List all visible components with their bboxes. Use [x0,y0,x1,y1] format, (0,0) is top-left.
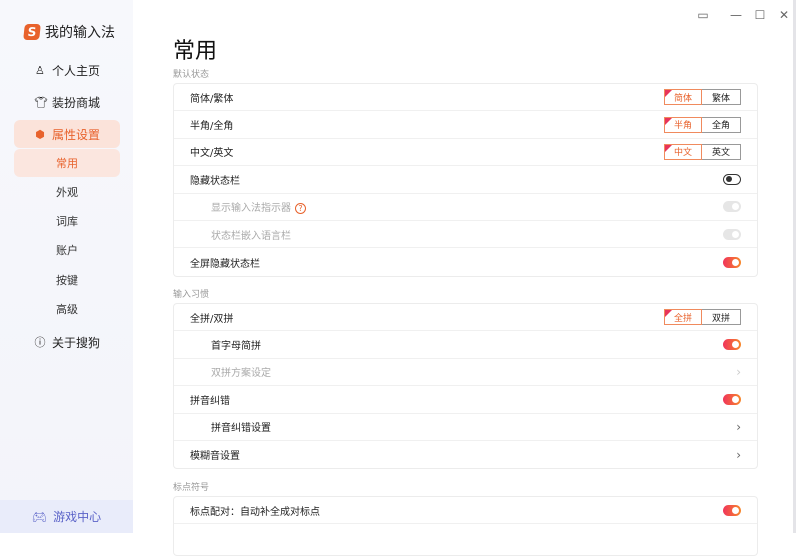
setting-row[interactable]: 拼音纠错设置 › [174,414,757,441]
setting-row: 显示输入法指示器? [174,194,757,221]
setting-label: 隐藏状态栏 [190,175,240,187]
sidebar-item-lexicon[interactable]: 词库 [14,207,120,235]
setting-label: 拼音纠错 [190,395,230,407]
setting-label: 中文/英文 [190,148,234,160]
setting-label: 模糊音设置 [190,451,240,463]
setting-row: 半角/全角 半角 全角 [174,111,757,139]
setting-label: 双拼方案设定 [211,368,271,380]
sidebar-item-advanced[interactable]: 高级 [14,295,120,323]
pinyin-correction-toggle[interactable] [723,393,741,405]
section-label: 默认状态 [173,70,210,80]
setting-row: 标点配对：自动补全成对标点 [174,497,757,525]
sidebar-item-label: 高级 [56,303,78,316]
feedback-icon[interactable]: ▭ [695,8,711,22]
setting-row[interactable]: 模糊音设置 › [174,441,757,468]
sidebar-item-label: 按键 [56,274,78,287]
app-logo: S 我的输入法 [23,22,115,42]
setting-row: 隐藏状态栏 [174,166,757,194]
sidebar-item-skin-store[interactable]: 👕︎ 装扮商城 [14,88,120,116]
settings-card-default-state: 简体/繁体 简体 繁体 半角/全角 半角 全角 中文/英文 中文 英文 隐藏状态栏 显示输入… [173,83,758,277]
segmented-control: 中文 英文 [664,143,741,160]
person-icon: ♙ [35,63,45,77]
help-icon[interactable]: ? [295,203,306,215]
maximize-button[interactable]: ☐ [752,8,768,22]
chevron-right-icon: › [736,419,741,434]
sidebar-item-settings[interactable]: ⬢ 属性设置 [14,120,120,148]
game-center-label: 游戏中心 [53,510,102,524]
hexagon-icon: ⬢ [35,127,45,141]
option-simplified[interactable]: 简体 [664,89,702,106]
close-button[interactable]: ✕ [776,8,792,22]
setting-row[interactable]: 双拼方案设定 › [174,359,757,387]
option-english[interactable]: 英文 [702,145,740,159]
app-name: 我的输入法 [45,25,115,41]
sidebar-item-keys[interactable]: 按键 [14,266,120,294]
minimize-button[interactable]: — [728,8,744,22]
setting-label: 拼音纠错设置 [211,423,271,435]
option-traditional[interactable]: 繁体 [702,90,740,104]
sidebar-item-common[interactable]: 常用 [14,149,120,177]
option-double-pinyin[interactable]: 双拼 [702,310,740,324]
setting-row: 状态栏嵌入语言栏 [174,221,757,249]
setting-label: 全屏隐藏状态栏 [190,258,260,270]
setting-label: 半角/全角 [190,121,234,133]
segmented-control: 全拼 双拼 [664,309,741,326]
setting-label: 全拼/双拼 [190,313,234,325]
setting-row: 中文/英文 中文 英文 [174,139,757,167]
setting-row: 拼音纠错 [174,386,757,414]
sidebar-item-label: 账户 [56,244,78,257]
shirt-icon: 👕︎ [33,95,48,109]
settings-card-punctuation: 标点配对：自动补全成对标点 [173,496,758,556]
option-full-pinyin[interactable]: 全拼 [664,309,702,326]
sidebar: S 我的输入法 ♙ 个人主页 👕︎ 装扮商城 ⬢ 属性设置 常用 外观 词库 账户 按键… [0,0,133,533]
setting-label: 首字母简拼 [211,341,261,353]
sidebar-item-label: 装扮商城 [51,95,100,110]
info-icon: ⓘ [34,336,46,349]
segmented-control: 半角 全角 [664,116,741,133]
sidebar-item-label: 词库 [56,215,78,228]
setting-row: 全拼/双拼 全拼 双拼 [174,304,757,332]
section-label: 输入习惯 [173,290,210,300]
setting-label: 简体/繁体 [190,93,234,105]
setting-row: 首字母简拼 [174,331,757,359]
setting-row: 全屏隐藏状态栏 [174,248,757,275]
setting-label: 标点配对：自动补全成对标点 [190,506,320,518]
chevron-right-icon: › [736,364,741,379]
sidebar-item-label: 个人主页 [51,63,100,78]
sidebar-item-label: 关于搜狗 [51,335,100,350]
embed-language-bar-toggle[interactable] [723,228,741,240]
game-center-button[interactable]: 🎮︎ 游戏中心 [0,500,133,533]
option-half-width[interactable]: 半角 [664,116,702,133]
sidebar-item-appearance[interactable]: 外观 [14,178,120,206]
setting-row: 简体/繁体 简体 繁体 [174,84,757,112]
scrollbar[interactable] [793,0,796,533]
page-title: 常用 [173,39,218,64]
hide-status-bar-toggle[interactable] [723,173,741,185]
punctuation-pair-toggle[interactable] [723,504,741,516]
initial-abbrev-toggle[interactable] [723,339,741,351]
gamepad-icon: 🎮︎ [31,509,48,524]
fullscreen-hide-toggle[interactable] [723,256,741,268]
settings-card-input-habits: 全拼/双拼 全拼 双拼 首字母简拼 双拼方案设定 › 拼音纠错 拼音纠错设置 › 模糊音… [173,303,758,470]
sidebar-item-account[interactable]: 账户 [14,236,120,264]
chevron-right-icon: › [736,447,741,462]
segmented-control: 简体 繁体 [664,89,741,106]
setting-label: 状态栏嵌入语言栏 [211,230,291,242]
option-chinese[interactable]: 中文 [664,143,702,160]
sogou-logo-icon: S [23,24,41,40]
setting-row-partial [174,524,757,551]
sidebar-item-label: 常用 [56,157,78,170]
sidebar-item-about[interactable]: ⓘ 关于搜狗 [14,328,120,356]
sidebar-item-label: 属性设置 [51,127,100,142]
indicator-toggle[interactable] [723,201,741,213]
sidebar-item-label: 外观 [56,186,78,199]
option-full-width[interactable]: 全角 [702,118,740,132]
section-label: 标点符号 [173,483,210,493]
sidebar-item-profile[interactable]: ♙ 个人主页 [14,56,120,84]
setting-label: 显示输入法指示器 [211,203,291,215]
